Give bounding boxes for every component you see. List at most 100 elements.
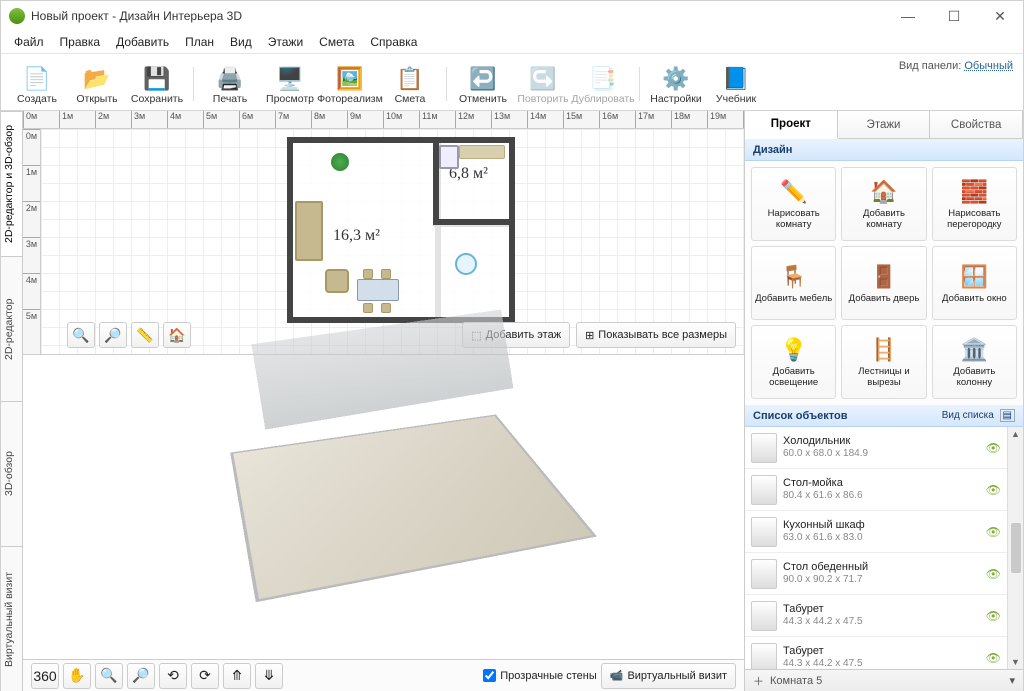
- measure-button[interactable]: 📏: [131, 322, 159, 348]
- home-button[interactable]: 🏠: [163, 322, 191, 348]
- center-panel: 0м1м2м3м4м5м6м7м8м9м10м11м12м13м14м15м16…: [23, 111, 745, 691]
- tab-properties[interactable]: Свойства: [930, 111, 1023, 138]
- add-room-status[interactable]: ＋ Комната 5 ▾: [745, 669, 1023, 691]
- object-name: Табурет: [783, 645, 980, 658]
- main-toolbar: 📄Создать📂Открыть💾Сохранить 🖨️Печать🖥️Прос…: [1, 53, 1023, 111]
- furniture-sofa[interactable]: [295, 201, 323, 261]
- tab-project[interactable]: Проект: [745, 111, 838, 139]
- toolbar-photoreal-button[interactable]: 🖼️Фотореализм: [320, 63, 380, 105]
- design-card-2[interactable]: 🧱Нарисовать перегородку: [932, 167, 1017, 241]
- design-card-0[interactable]: ✏️Нарисовать комнату: [751, 167, 836, 241]
- furniture-chair[interactable]: [381, 269, 391, 279]
- menu-file[interactable]: Файл: [7, 33, 51, 51]
- zoom-out-3d-button[interactable]: 🔍: [95, 663, 123, 689]
- list-view-icon[interactable]: ▤: [1000, 409, 1015, 422]
- app-icon: [9, 8, 25, 24]
- tab-floors[interactable]: Этажи: [838, 111, 931, 138]
- toolbar-print-button[interactable]: 🖨️Печать: [200, 63, 260, 105]
- toolbar-save-button[interactable]: 💾Сохранить: [127, 63, 187, 105]
- estimate-icon: 📋: [395, 65, 425, 93]
- vtab-3d[interactable]: 3D-обзор: [1, 401, 22, 546]
- design-card-7[interactable]: 🪜Лестницы и вырезы: [841, 325, 926, 399]
- toolbar-undo-button[interactable]: ↩️Отменить: [453, 63, 513, 105]
- panel-view-link[interactable]: Обычный: [964, 60, 1013, 72]
- toolbar-preview-button[interactable]: 🖥️Просмотр: [260, 63, 320, 105]
- object-row[interactable]: Табурет44.3 x 44.2 x 47.5 👁: [745, 595, 1007, 637]
- close-button[interactable]: ✕: [977, 1, 1023, 31]
- right-panel: Проект Этажи Свойства Дизайн ✏️Нарисоват…: [745, 111, 1023, 691]
- vtab-virtual[interactable]: Виртуальный визит: [1, 546, 22, 691]
- design-card-4[interactable]: 🚪Добавить дверь: [841, 246, 926, 320]
- 3d-viewport[interactable]: [23, 355, 744, 659]
- furniture-armchair[interactable]: [325, 269, 349, 293]
- design-card-6[interactable]: 💡Добавить освещение: [751, 325, 836, 399]
- toolbar-tutorial-button[interactable]: 📘Учебник: [706, 63, 766, 105]
- visibility-icon[interactable]: 👁: [986, 441, 1001, 455]
- design-card-5[interactable]: 🪟Добавить окно: [932, 246, 1017, 320]
- object-row[interactable]: Стол обеденный90.0 x 90.2 x 71.7👁: [745, 553, 1007, 595]
- zoom-out-button[interactable]: 🔍: [67, 322, 95, 348]
- object-row[interactable]: Кухонный шкаф63.0 x 61.6 x 83.0👁: [745, 511, 1007, 553]
- vtab-2d-3d[interactable]: 2D-редактор и 3D-обзор: [1, 111, 22, 256]
- menu-edit[interactable]: Правка: [53, 33, 108, 51]
- menu-view[interactable]: Вид: [223, 33, 259, 51]
- visibility-icon[interactable]: 👁: [986, 525, 1001, 539]
- object-dims: 44.3 x 44.2 x 47.5: [783, 658, 980, 669]
- visibility-icon[interactable]: 👁: [986, 651, 1001, 665]
- visibility-icon[interactable]: 👁: [986, 567, 1001, 581]
- furniture-chair[interactable]: [381, 303, 391, 313]
- object-row[interactable]: Табурет44.3 x 44.2 x 47.5 👁: [745, 637, 1007, 669]
- visibility-icon[interactable]: 👁: [986, 483, 1001, 497]
- pan-button[interactable]: ✋: [63, 663, 91, 689]
- vtab-2d[interactable]: 2D-редактор: [1, 256, 22, 401]
- transparent-walls-checkbox[interactable]: Прозрачные стены: [483, 669, 596, 682]
- design-card-1[interactable]: 🏠Добавить комнату: [841, 167, 926, 241]
- objects-section-header: Список объектов Вид списка ▤: [745, 405, 1023, 427]
- object-name: Табурет: [783, 603, 980, 616]
- object-row[interactable]: Холодильник60.0 x 68.0 x 184.9👁: [745, 427, 1007, 469]
- furniture-fridge[interactable]: [439, 145, 459, 169]
- preview-icon: 🖥️: [275, 65, 305, 93]
- object-dims: 80.4 x 61.6 x 86.6: [783, 490, 980, 502]
- minimize-button[interactable]: —: [885, 1, 931, 31]
- menu-help[interactable]: Справка: [363, 33, 424, 51]
- menu-floors[interactable]: Этажи: [261, 33, 310, 51]
- design-card-8[interactable]: 🏛️Добавить колонну: [932, 325, 1017, 399]
- furniture-plant[interactable]: [331, 153, 349, 171]
- menu-estimate[interactable]: Смета: [312, 33, 361, 51]
- object-list-scrollbar[interactable]: ▲▼: [1007, 427, 1023, 669]
- furniture-toilet[interactable]: [455, 253, 477, 275]
- object-row[interactable]: Стол-мойка80.4 x 61.6 x 86.6 👁: [745, 469, 1007, 511]
- object-list[interactable]: Холодильник60.0 x 68.0 x 184.9👁Стол-мойк…: [745, 427, 1007, 669]
- tilt-right-button[interactable]: ⟳: [191, 663, 219, 689]
- visibility-icon[interactable]: 👁: [986, 609, 1001, 623]
- object-thumb: [751, 559, 777, 589]
- orbit-up-button[interactable]: ⤊: [223, 663, 251, 689]
- furniture-counter[interactable]: [459, 145, 505, 159]
- toolbar-estimate-button[interactable]: 📋Смета: [380, 63, 440, 105]
- show-dimensions-button[interactable]: ⊞Показывать все размеры: [576, 322, 736, 348]
- maximize-button[interactable]: ☐: [931, 1, 977, 31]
- virtual-visit-button[interactable]: 📹 Виртуальный визит: [601, 663, 736, 689]
- object-name: Стол-мойка: [783, 477, 980, 490]
- zoom-in-button[interactable]: 🔎: [99, 322, 127, 348]
- object-name: Холодильник: [783, 435, 980, 448]
- menu-plan[interactable]: План: [178, 33, 221, 51]
- furniture-chair[interactable]: [363, 303, 373, 313]
- toolbar-settings-button[interactable]: ⚙️Настройки: [646, 63, 706, 105]
- toolbar-create-button[interactable]: 📄Создать: [7, 63, 67, 105]
- floorplan-canvas[interactable]: 16,3 м² 6,8 м² 🔍 🔎 📏 🏠: [41, 129, 744, 354]
- zoom-in-3d-button[interactable]: 🔎: [127, 663, 155, 689]
- toolbar-open-button[interactable]: 📂Открыть: [67, 63, 127, 105]
- furniture-table[interactable]: [357, 279, 399, 301]
- furniture-chair[interactable]: [363, 269, 373, 279]
- menu-add[interactable]: Добавить: [109, 33, 176, 51]
- tilt-left-button[interactable]: ⟲: [159, 663, 187, 689]
- object-thumb: [751, 517, 777, 547]
- design-card-3[interactable]: 🪑Добавить мебель: [751, 246, 836, 320]
- object-dims: 44.3 x 44.2 x 47.5: [783, 616, 980, 628]
- rotate-360-button[interactable]: 360: [31, 663, 59, 689]
- orbit-down-button[interactable]: ⤋: [255, 663, 283, 689]
- open-icon: 📂: [82, 65, 112, 93]
- design-actions-grid: ✏️Нарисовать комнату🏠Добавить комнату🧱На…: [745, 161, 1023, 405]
